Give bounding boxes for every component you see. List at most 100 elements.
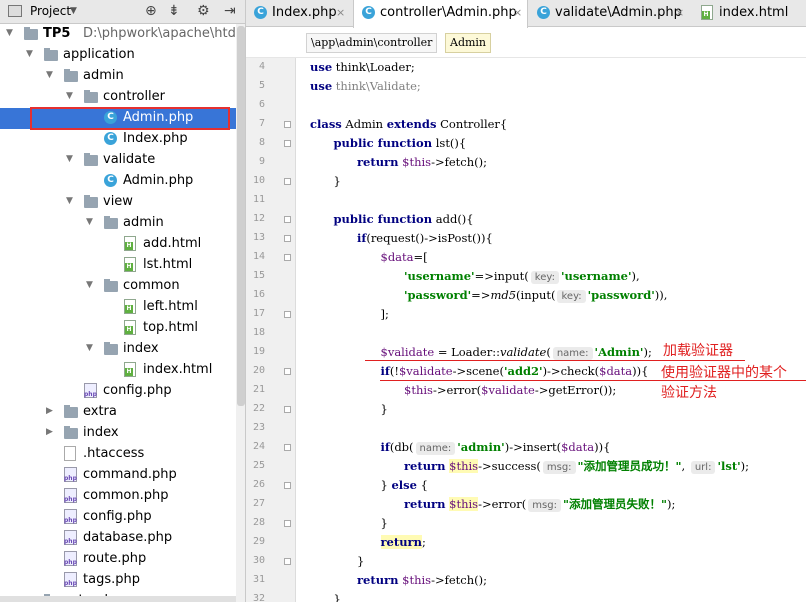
- fold-marker-icon[interactable]: [284, 216, 291, 223]
- tree-folder[interactable]: ▶ extra: [0, 402, 236, 423]
- tree-file[interactable]: .htaccess: [0, 444, 236, 465]
- code-token: ),: [631, 269, 640, 283]
- tree-folder[interactable]: ▼ application: [0, 45, 236, 66]
- sync-icon[interactable]: ⊕: [145, 3, 157, 19]
- tab-index-php[interactable]: C Index.php ×: [246, 0, 353, 27]
- tree-file[interactable]: database.php: [0, 528, 236, 549]
- chevron-down-icon[interactable]: ▼: [26, 49, 33, 59]
- code-token: );: [740, 459, 750, 473]
- fold-marker-icon[interactable]: [284, 254, 291, 261]
- tree-folder[interactable]: ▼ admin: [0, 213, 236, 234]
- line-number: 17: [252, 308, 265, 319]
- tree-file[interactable]: tags.php: [0, 570, 236, 591]
- fold-marker-icon[interactable]: [284, 482, 291, 489]
- code-token: 'username': [560, 269, 632, 283]
- tree-file[interactable]: top.html: [0, 318, 236, 339]
- fold-marker-icon[interactable]: [284, 235, 291, 242]
- code-token: if: [357, 231, 367, 245]
- tree-folder[interactable]: ▼ common: [0, 276, 236, 297]
- chevron-down-icon[interactable]: ▼: [70, 6, 77, 16]
- tree-file[interactable]: common.php: [0, 486, 236, 507]
- fold-marker-icon[interactable]: [284, 178, 291, 185]
- chevron-right-icon[interactable]: ▶: [46, 427, 53, 437]
- fold-marker-icon[interactable]: [284, 140, 291, 147]
- tree-file[interactable]: left.html: [0, 297, 236, 318]
- line-number: 21: [252, 384, 265, 395]
- close-icon[interactable]: ×: [336, 6, 345, 19]
- chevron-right-icon[interactable]: ▶: [46, 406, 53, 416]
- tree-file[interactable]: C Index.php: [0, 129, 236, 150]
- tree-folder[interactable]: ▼ admin: [0, 66, 236, 87]
- fold-marker-icon[interactable]: [284, 311, 291, 318]
- tree-file[interactable]: config.php: [0, 507, 236, 528]
- folder-icon: [84, 153, 98, 166]
- folder-icon: [64, 426, 78, 439]
- fold-marker-icon[interactable]: [284, 444, 291, 451]
- breadcrumb-namespace[interactable]: \app\admin\controller: [306, 33, 438, 53]
- tab-label: Index.php: [272, 5, 337, 20]
- code-token: use: [310, 79, 333, 93]
- fold-marker-icon[interactable]: [284, 368, 291, 375]
- fold-marker-icon[interactable]: [284, 520, 291, 527]
- project-view-icon[interactable]: [8, 5, 22, 17]
- tab-index-html[interactable]: index.html: [693, 0, 806, 27]
- php-file-icon: [64, 551, 77, 566]
- tree-folder[interactable]: ▼ validate: [0, 150, 236, 171]
- fold-marker-icon[interactable]: [284, 406, 291, 413]
- chevron-down-icon[interactable]: ▼: [86, 343, 93, 353]
- close-icon[interactable]: ×: [513, 6, 522, 19]
- tree-folder[interactable]: ▶ index: [0, 423, 236, 444]
- tab-validate-admin[interactable]: C validate\Admin.php ×: [529, 0, 692, 27]
- code-token: ->error(: [432, 383, 482, 397]
- code-token: )->check(: [542, 364, 600, 378]
- chevron-down-icon[interactable]: ▼: [86, 217, 93, 227]
- code-editor[interactable]: use think\Loader; use think\Validate; clas…: [297, 58, 806, 602]
- fold-marker-icon[interactable]: [284, 558, 291, 565]
- tree-label: index: [123, 341, 159, 356]
- hide-icon[interactable]: ⇥: [224, 3, 236, 19]
- tree-file[interactable]: config.php: [0, 381, 236, 402]
- chevron-down-icon[interactable]: ▼: [6, 28, 13, 38]
- tab-controller-admin[interactable]: C controller\Admin.php ×: [353, 0, 528, 28]
- line-number: 27: [252, 498, 265, 509]
- class-icon: C: [362, 6, 375, 19]
- php-file-icon: [84, 383, 97, 398]
- code-token: "添加管理员成功！": [577, 459, 682, 473]
- collapse-all-icon[interactable]: ⇟: [168, 3, 180, 19]
- project-hscrollbar[interactable]: [0, 596, 236, 602]
- tree-label: extra: [83, 404, 117, 419]
- tree-file[interactable]: index.html: [0, 360, 236, 381]
- tree-file[interactable]: route.php: [0, 549, 236, 570]
- tree-folder[interactable]: ▼ TP5 D:\phpwork\apache\htdocs\T: [0, 24, 245, 45]
- chevron-down-icon[interactable]: ▼: [46, 70, 53, 80]
- chevron-down-icon[interactable]: ▼: [66, 91, 73, 101]
- line-number: 10: [252, 175, 265, 186]
- tree-folder[interactable]: ▼ view: [0, 192, 236, 213]
- code-line: 'username'=>input(key:'username'),: [404, 267, 640, 286]
- close-icon[interactable]: ×: [675, 6, 684, 19]
- code-token: "添加管理员失败！": [562, 497, 667, 511]
- html-file-icon: [124, 362, 136, 377]
- line-number: 28: [252, 517, 265, 528]
- gear-icon[interactable]: ⚙: [197, 3, 210, 19]
- tree-file[interactable]: lst.html: [0, 255, 236, 276]
- chevron-down-icon[interactable]: ▼: [86, 280, 93, 290]
- code-token: (db(: [389, 440, 414, 454]
- chevron-down-icon[interactable]: ▼: [66, 154, 73, 164]
- line-number: 15: [252, 270, 265, 281]
- breadcrumb-class[interactable]: Admin: [445, 33, 492, 53]
- folder-icon: [104, 342, 118, 355]
- tree-folder[interactable]: ▼ index: [0, 339, 236, 360]
- project-panel-title[interactable]: Project: [30, 4, 71, 18]
- code-token: lst(){: [432, 136, 467, 150]
- parameter-hint: msg:: [542, 461, 576, 474]
- tree-file[interactable]: C Admin.php: [0, 171, 236, 192]
- tree-file[interactable]: command.php: [0, 465, 236, 486]
- php-file-icon: [64, 488, 77, 503]
- scrollbar-thumb[interactable]: [237, 26, 245, 406]
- line-number: 20: [252, 365, 265, 376]
- chevron-down-icon[interactable]: ▼: [66, 196, 73, 206]
- fold-marker-icon[interactable]: [284, 121, 291, 128]
- tree-folder[interactable]: ▼ controller: [0, 87, 236, 108]
- tree-file[interactable]: add.html: [0, 234, 236, 255]
